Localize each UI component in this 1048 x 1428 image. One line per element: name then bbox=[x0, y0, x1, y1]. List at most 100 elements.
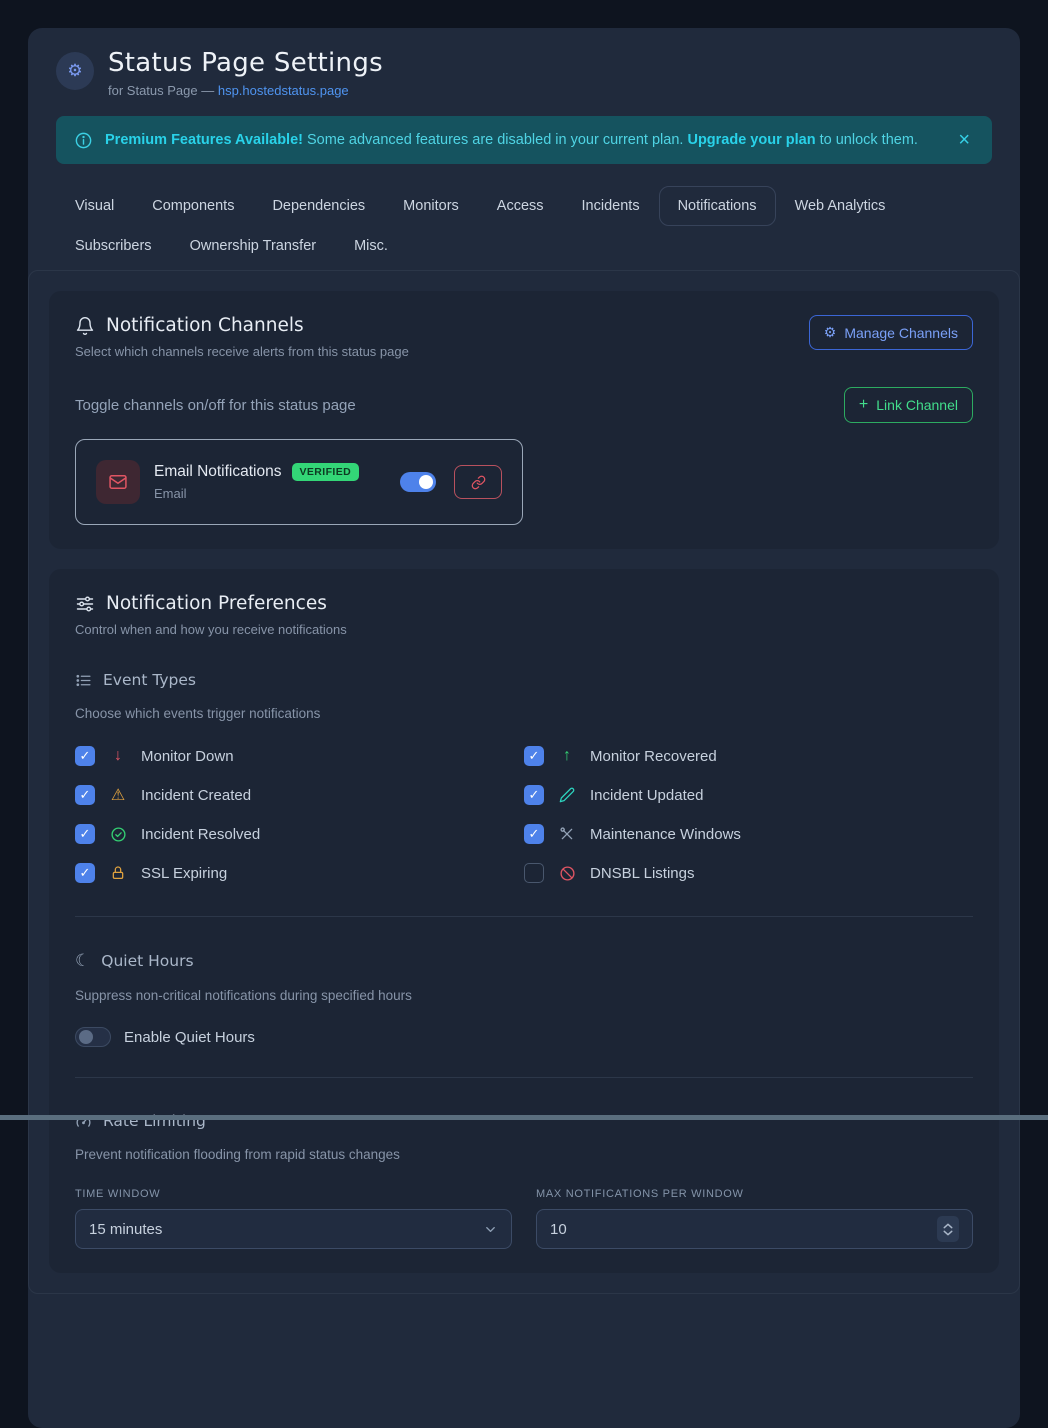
max-notifications-field bbox=[536, 1209, 973, 1249]
number-spinner[interactable] bbox=[937, 1216, 959, 1242]
event-types-description: Choose which events trigger notification… bbox=[75, 706, 973, 721]
notifications-panel: Notification Channels Select which chann… bbox=[28, 270, 1020, 1294]
tab-monitors[interactable]: Monitors bbox=[384, 186, 478, 226]
event-dnsbl-listings: DNSBL Listings bbox=[524, 860, 973, 886]
tab-dependencies[interactable]: Dependencies bbox=[253, 186, 384, 226]
tab-components[interactable]: Components bbox=[133, 186, 253, 226]
rate-limiting-description: Prevent notification flooding from rapid… bbox=[75, 1147, 973, 1162]
gear-icon: ⚙ bbox=[56, 52, 94, 90]
page-title-block: Status Page Settings for Status Page — h… bbox=[108, 48, 383, 98]
verified-badge: VERIFIED bbox=[292, 463, 360, 481]
max-notifications-input[interactable] bbox=[550, 1221, 937, 1238]
status-page-link[interactable]: hsp.hostedstatus.page bbox=[218, 83, 349, 98]
quiet-hours-toggle[interactable] bbox=[75, 1027, 111, 1047]
page-subtitle: for Status Page — hsp.hostedstatus.page bbox=[108, 83, 383, 98]
checkbox-maintenance-windows[interactable]: ✓ bbox=[524, 824, 544, 844]
envelope-icon bbox=[96, 460, 140, 504]
time-window-select[interactable]: 15 minutes bbox=[75, 1209, 512, 1249]
sliders-icon bbox=[75, 594, 95, 614]
check-circle-icon bbox=[107, 826, 129, 843]
tab-misc[interactable]: Misc. bbox=[335, 226, 407, 266]
quiet-hours-toggle-label: Enable Quiet Hours bbox=[124, 1029, 255, 1046]
email-channel-type: Email bbox=[154, 486, 372, 501]
close-icon[interactable]: × bbox=[954, 128, 974, 152]
event-types-title: Event Types bbox=[103, 671, 196, 689]
tab-ownership-transfer[interactable]: Ownership Transfer bbox=[171, 226, 336, 266]
page-subtitle-text: for Status Page — bbox=[108, 83, 218, 98]
lock-icon bbox=[107, 865, 129, 881]
upgrade-plan-link[interactable]: Upgrade your plan bbox=[687, 132, 815, 148]
event-monitor-down: ✓ ↓ Monitor Down bbox=[75, 743, 524, 769]
manage-channels-button[interactable]: ⚙ Manage Channels bbox=[809, 315, 973, 350]
no-entry-icon bbox=[556, 865, 578, 882]
event-types-grid: ✓ ↓ Monitor Down ✓ ↑ Monitor Recovered ✓… bbox=[75, 743, 973, 886]
tab-incidents[interactable]: Incidents bbox=[563, 186, 659, 226]
pencil-icon bbox=[556, 787, 578, 803]
link-channel-label: Link Channel bbox=[876, 397, 958, 413]
event-label: Incident Updated bbox=[590, 787, 703, 804]
section-divider bbox=[75, 916, 973, 917]
checkbox-incident-resolved[interactable]: ✓ bbox=[75, 824, 95, 844]
quiet-hours-title: Quiet Hours bbox=[101, 952, 193, 970]
checkbox-ssl-expiring[interactable]: ✓ bbox=[75, 863, 95, 883]
tab-notifications[interactable]: Notifications bbox=[659, 186, 776, 226]
checkbox-monitor-recovered[interactable]: ✓ bbox=[524, 746, 544, 766]
tab-web-analytics[interactable]: Web Analytics bbox=[776, 186, 905, 226]
bottom-edge-strip bbox=[0, 1115, 1048, 1120]
event-label: Monitor Down bbox=[141, 748, 234, 765]
gear-glyph: ⚙ bbox=[67, 61, 82, 81]
event-label: Incident Created bbox=[141, 787, 251, 804]
event-label: SSL Expiring bbox=[141, 865, 227, 882]
max-notifications-label: MAX NOTIFICATIONS PER WINDOW bbox=[536, 1188, 973, 1200]
unlink-channel-button[interactable] bbox=[454, 465, 502, 499]
info-icon bbox=[74, 131, 93, 150]
preferences-subtitle: Control when and how you receive notific… bbox=[75, 622, 973, 637]
time-window-label: TIME WINDOW bbox=[75, 1188, 512, 1200]
channels-heading-block: Notification Channels Select which chann… bbox=[75, 315, 409, 359]
event-incident-updated: ✓ Incident Updated bbox=[524, 782, 973, 808]
preferences-title: Notification Preferences bbox=[106, 593, 327, 614]
premium-banner: Premium Features Available! Some advance… bbox=[56, 116, 992, 164]
checkbox-incident-updated[interactable]: ✓ bbox=[524, 785, 544, 805]
settings-window: ⚙ Status Page Settings for Status Page —… bbox=[28, 28, 1020, 1428]
event-label: Monitor Recovered bbox=[590, 748, 717, 765]
quiet-hours-description: Suppress non-critical notifications duri… bbox=[75, 988, 973, 1003]
time-window-group: TIME WINDOW 15 minutes bbox=[75, 1188, 512, 1249]
event-label: DNSBL Listings bbox=[590, 865, 695, 882]
tools-icon bbox=[556, 826, 578, 842]
email-channel-toggle[interactable] bbox=[400, 472, 436, 492]
max-notifications-group: MAX NOTIFICATIONS PER WINDOW bbox=[536, 1188, 973, 1249]
event-monitor-recovered: ✓ ↑ Monitor Recovered bbox=[524, 743, 973, 769]
banner-mid: Some advanced features are disabled in y… bbox=[303, 132, 687, 148]
event-label: Maintenance Windows bbox=[590, 826, 741, 843]
event-incident-created: ✓ ⚠ Incident Created bbox=[75, 782, 524, 808]
page-title: Status Page Settings bbox=[108, 48, 383, 78]
quiet-hours-heading: ☾ Quiet Hours bbox=[75, 951, 973, 971]
chain-link-icon bbox=[471, 475, 486, 490]
list-icon bbox=[75, 672, 92, 689]
settings-tabs: Visual Components Dependencies Monitors … bbox=[56, 186, 992, 266]
checkbox-dnsbl-listings[interactable] bbox=[524, 863, 544, 883]
event-label: Incident Resolved bbox=[141, 826, 260, 843]
channels-toggle-hint: Toggle channels on/off for this status p… bbox=[75, 397, 356, 414]
gear-icon: ⚙ bbox=[824, 324, 837, 341]
time-window-value: 15 minutes bbox=[89, 1221, 483, 1238]
event-incident-resolved: ✓ Incident Resolved bbox=[75, 821, 524, 847]
notification-preferences-card: Notification Preferences Control when an… bbox=[49, 569, 999, 1273]
link-channel-button[interactable]: + Link Channel bbox=[844, 387, 973, 423]
event-ssl-expiring: ✓ SSL Expiring bbox=[75, 860, 524, 886]
plus-icon: + bbox=[859, 396, 868, 414]
page-header: ⚙ Status Page Settings for Status Page —… bbox=[28, 28, 1020, 108]
email-channel-name: Email Notifications bbox=[154, 463, 282, 481]
checkbox-incident-created[interactable]: ✓ bbox=[75, 785, 95, 805]
arrow-up-icon: ↑ bbox=[556, 747, 578, 765]
tab-access[interactable]: Access bbox=[478, 186, 563, 226]
event-types-heading: Event Types bbox=[75, 671, 973, 689]
tab-visual[interactable]: Visual bbox=[56, 186, 133, 226]
banner-lead: Premium Features Available! bbox=[105, 132, 303, 148]
notification-channels-card: Notification Channels Select which chann… bbox=[49, 291, 999, 549]
channels-subtitle: Select which channels receive alerts fro… bbox=[75, 344, 409, 359]
section-divider bbox=[75, 1077, 973, 1078]
tab-subscribers[interactable]: Subscribers bbox=[56, 226, 171, 266]
checkbox-monitor-down[interactable]: ✓ bbox=[75, 746, 95, 766]
